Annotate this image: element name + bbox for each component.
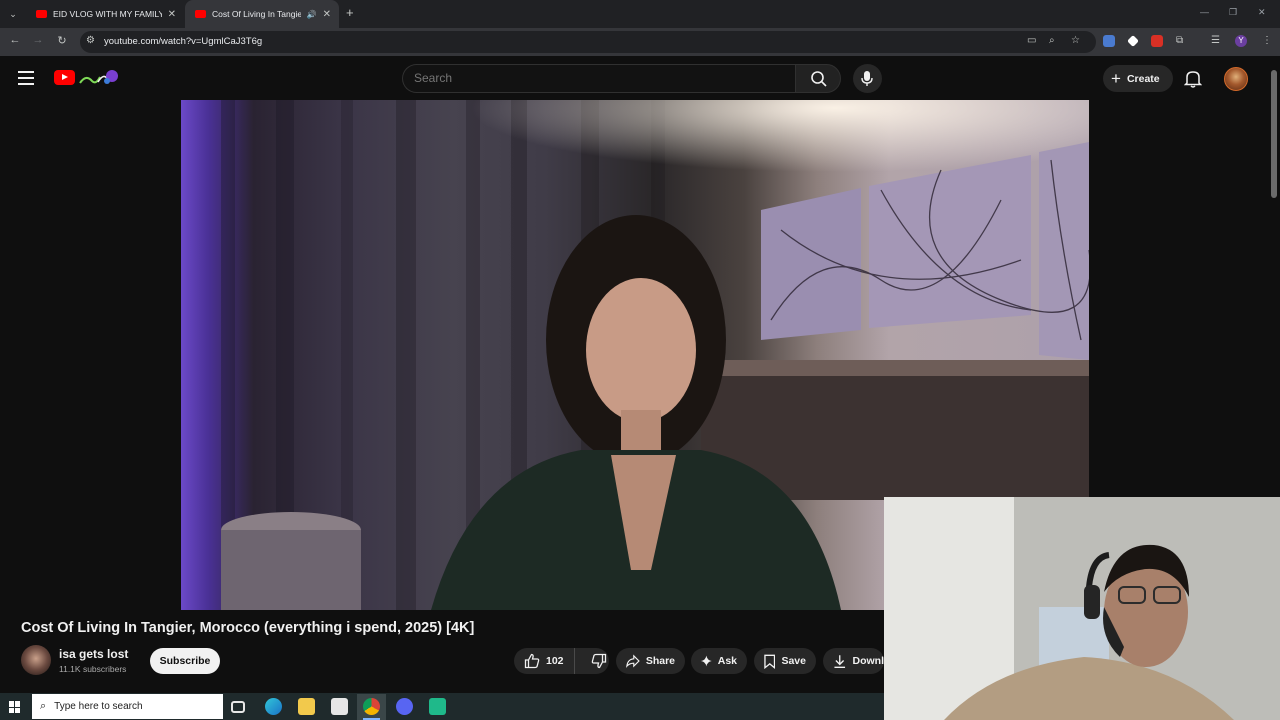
profile-avatar-icon[interactable]: Y <box>1235 35 1247 47</box>
thumbs-up-icon <box>524 653 540 669</box>
taskbar-search-box[interactable]: ⌕ Type here to search <box>32 694 223 719</box>
edge-browser-icon[interactable] <box>265 698 282 715</box>
voice-search-button[interactable] <box>853 64 882 93</box>
account-avatar[interactable] <box>1224 67 1248 91</box>
search-icon <box>811 71 827 87</box>
thumbs-down-icon <box>591 653 606 669</box>
close-window-icon[interactable]: ✕ <box>1258 7 1266 18</box>
youtube-favicon-icon <box>36 10 47 18</box>
like-count: 102 <box>546 655 564 667</box>
save-label: Save <box>781 655 806 667</box>
channel-name[interactable]: isa gets lost <box>59 647 128 661</box>
youtube-favicon-icon <box>195 10 206 18</box>
subscriber-count: 11.1K subscribers <box>59 664 127 674</box>
forward-arrow-icon[interactable]: → <box>30 34 46 46</box>
reading-list-icon[interactable]: ☰ <box>1211 35 1220 46</box>
like-dislike-group: 102 <box>514 648 609 674</box>
chrome-icon[interactable] <box>363 698 380 715</box>
hamburger-menu-icon[interactable] <box>18 71 34 85</box>
extensions-puzzle-icon[interactable]: ⧉ <box>1176 35 1183 46</box>
ask-button[interactable]: Ask <box>691 648 747 674</box>
search-input[interactable] <box>414 71 784 85</box>
site-info-icon[interactable]: ⚙ <box>86 35 95 46</box>
search-icon: ⌕ <box>40 700 47 712</box>
sparkle-icon <box>701 655 712 667</box>
taskbar-search-placeholder: Type here to search <box>54 701 143 712</box>
subscribe-button[interactable]: Subscribe <box>150 648 220 674</box>
share-arrow-icon <box>626 654 640 668</box>
zoom-icon[interactable]: ⌕ <box>1049 35 1055 46</box>
share-label: Share <box>645 655 675 667</box>
url-text[interactable]: youtube.com/watch?v=UgmlCaJ3T6g <box>104 36 262 47</box>
tab-title: EID VLOG WITH MY FAMILY I 😆 <box>53 8 162 19</box>
webcam-feed <box>884 497 1280 720</box>
audio-playing-icon[interactable]: 🔊 <box>307 10 317 19</box>
webcam-overlay <box>884 497 1280 720</box>
browser-tab-eid-vlog[interactable]: EID VLOG WITH MY FAMILY I 😆 ✕ <box>26 0 184 28</box>
windows-start-icon[interactable] <box>9 701 21 713</box>
plus-icon: + <box>1111 69 1121 88</box>
share-button[interactable]: Share <box>616 648 685 674</box>
youtube-doodle-logo[interactable] <box>78 68 120 88</box>
download-label: Downl <box>852 655 885 667</box>
bookmark-star-icon[interactable]: ☆ <box>1071 35 1080 46</box>
tab-title: Cost Of Living In Tangier, M <box>212 9 301 19</box>
create-label: Create <box>1126 72 1160 85</box>
task-view-icon[interactable] <box>231 701 245 713</box>
create-button[interactable]: + Create <box>1103 65 1173 92</box>
restore-window-icon[interactable]: ❐ <box>1229 7 1237 18</box>
microsoft-store-icon[interactable] <box>331 698 348 715</box>
download-button[interactable]: Downl <box>823 648 884 674</box>
browser-tab-cost-of-living[interactable]: Cost Of Living In Tangier, M 🔊 ✕ <box>185 0 339 28</box>
like-button[interactable]: 102 <box>514 648 575 674</box>
channel-avatar[interactable] <box>21 645 51 675</box>
dislike-button[interactable] <box>581 648 609 674</box>
new-tab-icon[interactable]: + <box>346 5 354 20</box>
browser-menu-icon[interactable]: ⋮ <box>1262 35 1272 46</box>
video-title: Cost Of Living In Tangier, Morocco (ever… <box>21 620 475 636</box>
file-explorer-icon[interactable] <box>298 698 315 715</box>
notifications-bell-icon[interactable] <box>1184 69 1202 88</box>
translate-extension-icon[interactable] <box>1103 35 1115 47</box>
youtube-logo-icon[interactable] <box>54 70 75 85</box>
microphone-icon <box>861 71 873 86</box>
minimize-window-icon[interactable]: — <box>1200 7 1209 17</box>
cast-icon[interactable]: ▭ <box>1027 35 1036 46</box>
discord-icon[interactable] <box>396 698 413 715</box>
reload-icon[interactable]: ↻ <box>54 34 70 47</box>
ask-label: Ask <box>717 655 737 667</box>
download-icon <box>834 654 846 668</box>
bookmark-icon <box>764 654 776 669</box>
save-button[interactable]: Save <box>754 648 816 674</box>
close-tab-icon[interactable]: ✕ <box>323 9 331 20</box>
red-extension-icon[interactable] <box>1151 35 1163 47</box>
page-scrollbar[interactable] <box>1271 70 1277 198</box>
back-arrow-icon[interactable]: ← <box>7 34 23 46</box>
search-button[interactable] <box>795 64 841 93</box>
android-app-icon[interactable] <box>429 698 446 715</box>
tab-search-dropdown-icon[interactable]: ⌄ <box>5 6 21 22</box>
close-tab-icon[interactable]: ✕ <box>168 9 176 20</box>
